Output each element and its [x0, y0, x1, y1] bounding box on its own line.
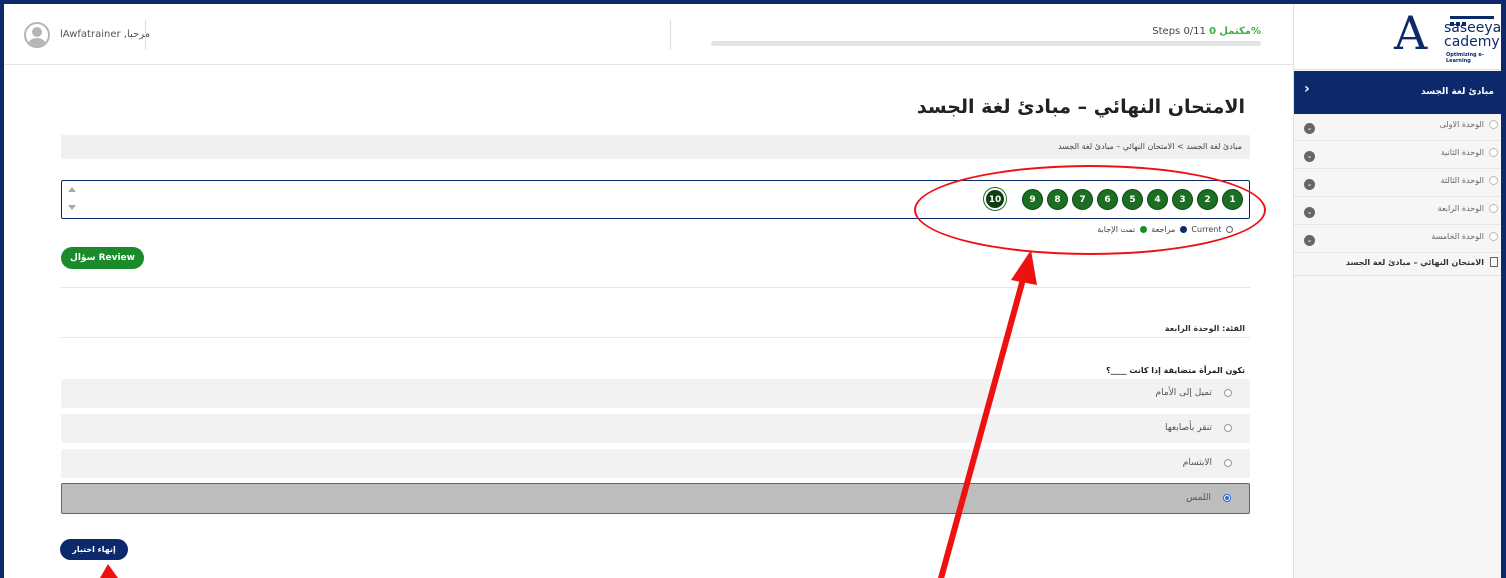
answer-text: الابتسام [1182, 458, 1212, 468]
divider [145, 20, 146, 50]
review-button[interactable]: Review سؤال [61, 247, 144, 269]
breadcrumb[interactable]: مبادئ لغة الجسد > الامتحان النهائي – مبا… [1058, 142, 1242, 151]
welcome-text: مرحبا, lAwfatrainer [60, 29, 151, 40]
sidebar-item-label: الوحدة الاولى [1439, 120, 1484, 129]
logo-letter: A [1394, 6, 1428, 60]
divider [670, 20, 671, 50]
sidebar-item-unit-5[interactable]: ⌄ الوحدة الخامسة [1294, 226, 1501, 253]
app-frame: مرحبا, lAwfatrainer Steps 0/11 مكتمل 0% … [4, 4, 1501, 578]
breadcrumb-bar: مبادئ لغة الجسد > الامتحان النهائي – مبا… [61, 135, 1250, 159]
sidebar-item-unit-1[interactable]: ⌄ الوحدة الاولى [1294, 114, 1501, 141]
radio-button-selected[interactable] [1223, 494, 1231, 502]
answer-text: تميل إلى الأمام [1155, 388, 1212, 398]
chevron-down-icon[interactable]: ⌄ [1304, 123, 1315, 134]
answer-option-1[interactable]: تميل إلى الأمام [61, 379, 1250, 408]
page-title: الامتحان النهائي – مبادئ لغة الجسد [916, 96, 1245, 118]
radio-button[interactable] [1224, 424, 1232, 432]
progress-steps: Steps 0/11 [1152, 26, 1206, 37]
finish-quiz-button[interactable]: إنهاء اختبار [60, 539, 128, 560]
chevron-down-icon[interactable]: ⌄ [1304, 151, 1315, 162]
course-header[interactable]: › مبادئ لغة الجسد [1294, 71, 1501, 114]
avatar[interactable] [24, 22, 50, 48]
question-text: تكون المرأة متضايقة إذا كانت ____؟ [1105, 366, 1245, 375]
logo-line [1450, 16, 1494, 19]
status-circle-icon [1489, 148, 1498, 157]
sidebar-item-final-exam[interactable]: الامتحان النهائي – مبادئ لغة الجسد [1294, 252, 1501, 276]
annotation-oval [914, 165, 1266, 255]
logo-text-2: cademy [1444, 34, 1500, 50]
scroll-up-icon[interactable] [68, 187, 76, 192]
answer-text: تنقر بأصابعها [1165, 423, 1212, 433]
sidebar-item-unit-4[interactable]: ⌄ الوحدة الرابعة [1294, 198, 1501, 225]
sidebar-item-label: الوحدة الثالثة [1440, 176, 1484, 185]
sidebar-item-unit-2[interactable]: ⌄ الوحدة الثانية [1294, 142, 1501, 169]
annotation-arrow-small [100, 564, 118, 578]
status-circle-icon [1489, 232, 1498, 241]
answer-option-2[interactable]: تنقر بأصابعها [61, 414, 1250, 443]
chevron-down-icon[interactable]: ⌄ [1304, 207, 1315, 218]
status-circle-icon [1489, 176, 1498, 185]
question-category: الفئة: الوحدة الرابعة [1164, 324, 1245, 333]
top-bar: مرحبا, lAwfatrainer Steps 0/11 مكتمل 0% [4, 4, 1293, 65]
progress-complete-label: مكتمل [1219, 26, 1251, 37]
divider [61, 287, 1250, 288]
progress-label: Steps 0/11 مكتمل 0% [1152, 26, 1261, 37]
divider [61, 337, 1250, 338]
sidebar-item-label: الوحدة الثانية [1440, 148, 1484, 157]
sidebar-item-label: الامتحان النهائي – مبادئ لغة الجسد [1345, 258, 1484, 267]
sidebar-item-label: الوحدة الخامسة [1431, 232, 1484, 241]
logo-tagline: Optimizing e-Learning [1446, 52, 1484, 64]
chevron-down-icon[interactable]: ⌄ [1304, 235, 1315, 246]
answer-option-4[interactable]: اللمس [61, 483, 1250, 514]
course-title: مبادئ لغة الجسد [1421, 87, 1494, 97]
sidebar-item-label: الوحدة الرابعة [1437, 204, 1484, 213]
progress-bar [711, 41, 1261, 46]
status-circle-icon [1489, 120, 1498, 129]
sidebar-item-unit-3[interactable]: ⌄ الوحدة الثالثة [1294, 170, 1501, 197]
scroll-down-icon[interactable] [68, 205, 76, 210]
answer-text: اللمس [1186, 493, 1211, 503]
status-circle-icon [1489, 204, 1498, 213]
answer-option-3[interactable]: الابتسام [61, 449, 1250, 478]
chevron-right-icon[interactable]: › [1304, 81, 1310, 97]
logo[interactable]: A saseeyat cademy Optimizing e-Learning [1294, 4, 1501, 70]
document-icon [1490, 257, 1498, 267]
chevron-down-icon[interactable]: ⌄ [1304, 179, 1315, 190]
radio-button[interactable] [1224, 459, 1232, 467]
annotation-arrow-head [1011, 250, 1037, 285]
course-sidebar: A saseeyat cademy Optimizing e-Learning … [1293, 4, 1501, 578]
radio-button[interactable] [1224, 389, 1232, 397]
